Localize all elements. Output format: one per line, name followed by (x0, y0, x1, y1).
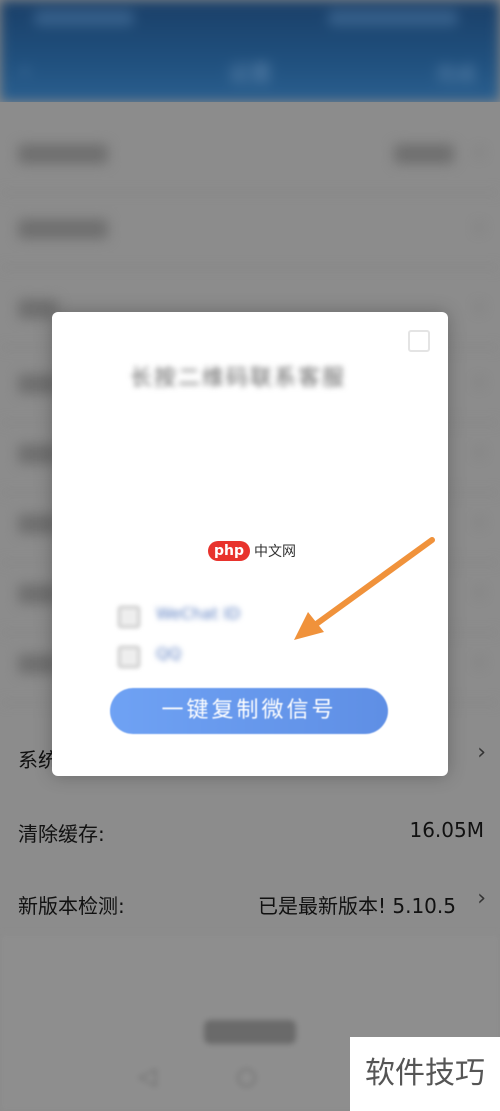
watermark-php: php (208, 540, 251, 561)
version-check-row[interactable]: 新版本检测: 已是最新版本! 5.10.5 › (0, 868, 500, 940)
nav-home-icon[interactable]: ○ (236, 1062, 257, 1090)
action-button[interactable]: 完成 (436, 58, 476, 87)
status-bar-right (328, 10, 458, 26)
chevron-right-icon: › (475, 215, 484, 240)
clear-cache-row[interactable]: 清除缓存: 16.05M (0, 796, 500, 868)
chevron-right-icon: › (475, 295, 484, 320)
status-bar-left (34, 10, 134, 26)
corner-badge: 软件技巧 (350, 1037, 500, 1111)
page-title: 设置 (227, 62, 272, 87)
version-status-text: 已是最新版本! (257, 894, 387, 918)
logout-button[interactable] (204, 1020, 296, 1044)
nav-back-icon[interactable]: ◁ (138, 1062, 156, 1090)
site-watermark: php 中文网 (208, 540, 296, 566)
clear-cache-label: 清除缓存: (18, 822, 105, 846)
annotation-arrow-icon (294, 537, 435, 640)
status-bar (0, 0, 500, 38)
checkbox[interactable] (118, 606, 140, 628)
chevron-right-icon: › (475, 440, 484, 465)
app-header: ‹ 设置 完成 (0, 0, 500, 102)
option-label: WeChat ID (156, 604, 241, 623)
close-icon[interactable] (408, 330, 430, 352)
chevron-right-icon: › (477, 886, 486, 911)
chevron-right-icon: › (475, 140, 484, 165)
version-check-label: 新版本检测: (18, 894, 125, 918)
version-number: 5.10.5 (392, 894, 456, 918)
chevron-right-icon: › (475, 650, 484, 675)
checkbox[interactable] (118, 646, 140, 668)
settings-row[interactable]: › (0, 197, 500, 268)
copy-wechat-button[interactable]: 一键复制微信号 (110, 688, 388, 734)
chevron-right-icon: › (475, 510, 484, 535)
app-bar: ‹ 设置 完成 (0, 40, 500, 102)
settings-row[interactable]: › (0, 122, 500, 193)
chevron-right-icon: › (475, 370, 484, 395)
dialog-title: 长按二维码联系客服 (130, 366, 347, 391)
chevron-right-icon: › (475, 580, 484, 605)
version-status: 已是最新版本! 5.10.5 (258, 890, 456, 919)
chevron-right-icon: › (477, 740, 486, 765)
option-label: QQ (156, 644, 182, 663)
cache-size: 16.05M (409, 818, 484, 842)
